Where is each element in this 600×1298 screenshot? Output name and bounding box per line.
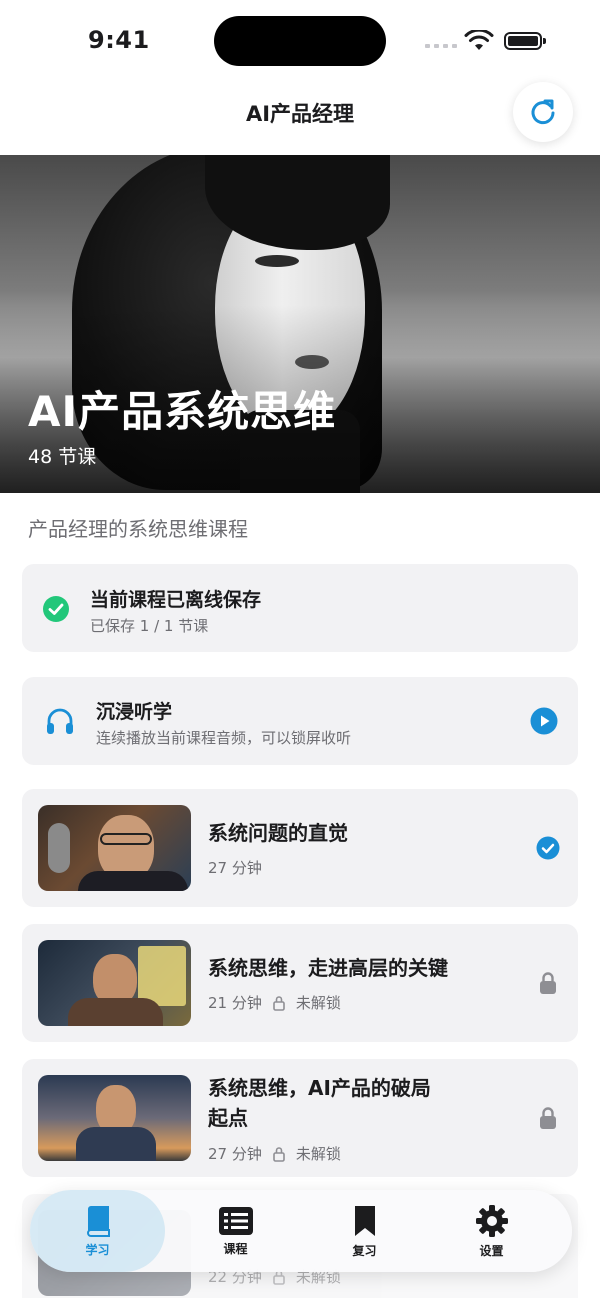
small-lock-icon — [273, 1146, 285, 1162]
listen-subtitle: 连续播放当前课程音频，可以锁屏收听 — [96, 729, 352, 747]
tab-courses[interactable]: 课程 — [168, 1190, 303, 1272]
lesson-duration: 21 分钟 — [208, 994, 262, 1012]
lesson-duration: 27 分钟 — [208, 859, 262, 877]
bookmark-icon — [354, 1205, 375, 1236]
lesson-meta: 27 分钟 — [208, 857, 262, 878]
dynamic-island — [214, 16, 386, 66]
tab-settings[interactable]: 设置 — [424, 1190, 559, 1272]
lock-status: 未解锁 — [295, 1145, 341, 1163]
lesson-title: 系统思维，AI产品的破局起点 — [208, 1076, 431, 1130]
tab-bar: 学习 课程 复习 设置 — [30, 1190, 572, 1272]
tab-study[interactable]: 学习 — [30, 1190, 165, 1272]
immersive-listen-card[interactable]: 沉浸听学 连续播放当前课程音频，可以锁屏收听 — [22, 677, 578, 765]
offline-subtitle: 已保存 1 / 1 节课 — [90, 617, 209, 635]
play-button[interactable] — [530, 707, 558, 739]
play-icon — [530, 707, 558, 735]
lesson-title: 系统思维，走进高层的关键 — [208, 956, 448, 980]
offline-status-card: 当前课程已离线保存 已保存 1 / 1 节课 — [22, 564, 578, 652]
book-icon — [86, 1205, 110, 1237]
small-lock-icon — [273, 995, 285, 1011]
lesson-count: 48 节课 — [28, 446, 97, 468]
lock-status: 未解锁 — [295, 994, 341, 1012]
lesson-thumbnail — [38, 1075, 191, 1161]
signal-icon — [425, 44, 457, 48]
status-bar: 9:41 — [0, 0, 600, 80]
battery-icon — [504, 32, 546, 50]
list-icon — [218, 1206, 253, 1235]
lesson-meta: 21 分钟 未解锁 — [208, 992, 341, 1013]
listen-title: 沉浸听学 — [96, 701, 173, 723]
tab-label: 复习 — [352, 1243, 377, 1258]
lesson-card[interactable]: 系统思维，走进高层的关键 21 分钟 未解锁 — [22, 924, 578, 1042]
lesson-card[interactable]: 系统思维，AI产品的破局起点 27 分钟 未解锁 — [22, 1059, 578, 1177]
lock-icon — [536, 1106, 560, 1130]
lesson-thumbnail — [38, 940, 191, 1026]
wifi-icon — [464, 28, 494, 56]
tab-label: 设置 — [479, 1243, 504, 1258]
check-circle-icon — [43, 596, 69, 622]
tab-review[interactable]: 复习 — [297, 1190, 432, 1272]
lesson-thumbnail — [38, 805, 191, 891]
tab-label: 课程 — [223, 1241, 248, 1256]
refresh-button[interactable] — [513, 82, 573, 142]
refresh-icon — [531, 99, 555, 125]
completed-check-icon — [536, 836, 560, 860]
lock-icon — [536, 971, 560, 995]
headphones-icon — [47, 708, 73, 734]
lesson-duration: 27 分钟 — [208, 1145, 262, 1163]
course-title: AI产品系统思维 — [28, 387, 337, 436]
offline-title: 当前课程已离线保存 — [90, 589, 262, 611]
lesson-meta: 27 分钟 未解锁 — [208, 1143, 341, 1164]
lesson-title: 系统问题的直觉 — [208, 821, 348, 845]
course-description: 产品经理的系统思维课程 — [28, 517, 248, 541]
course-hero-image: AI产品系统思维 48 节课 — [0, 155, 600, 493]
gear-icon — [475, 1204, 508, 1237]
lesson-card[interactable]: 系统问题的直觉 27 分钟 — [22, 789, 578, 907]
tab-label: 学习 — [85, 1242, 110, 1257]
status-time: 9:41 — [88, 26, 150, 54]
page-title: AI产品经理 — [245, 102, 355, 126]
